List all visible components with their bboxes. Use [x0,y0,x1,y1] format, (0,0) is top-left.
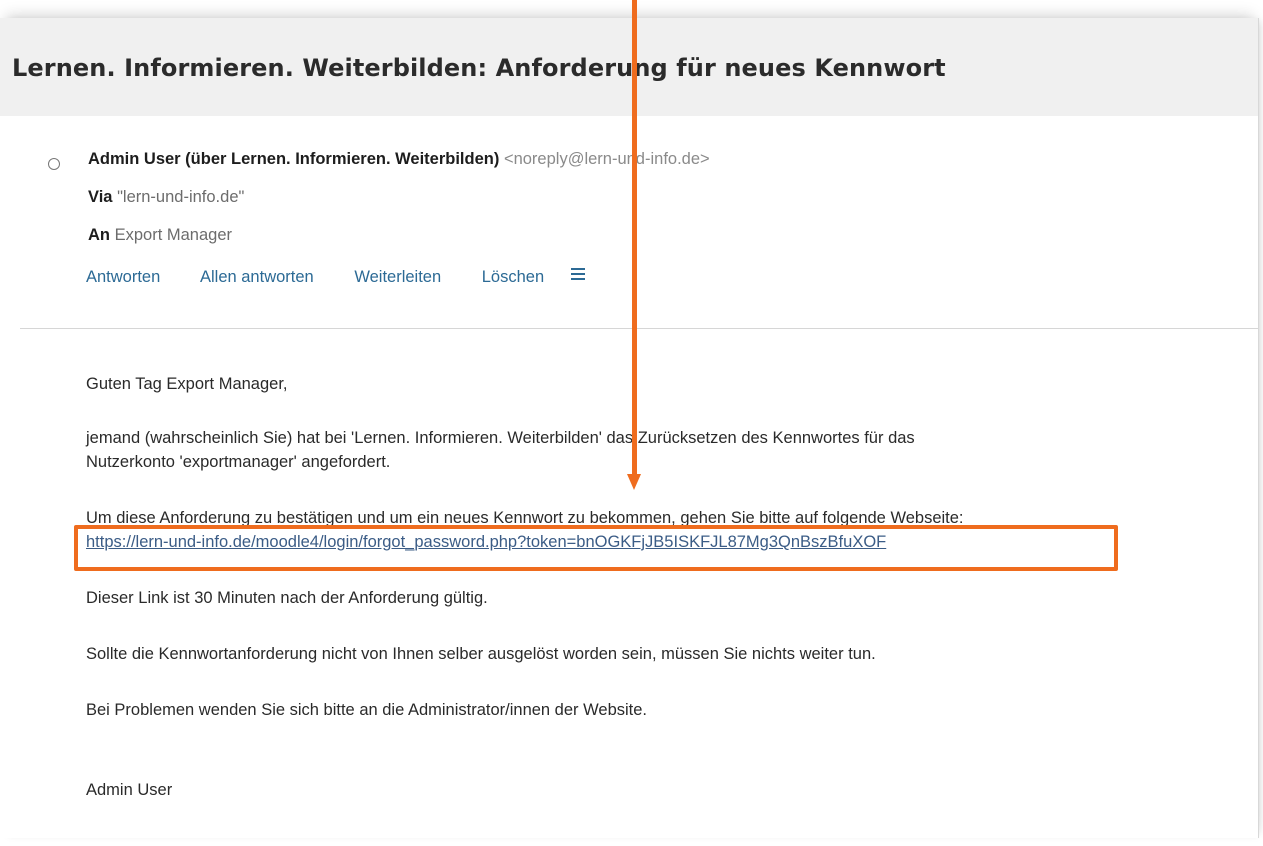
menu-icon[interactable] [570,268,585,280]
select-radio-icon[interactable] [48,158,60,170]
to-value: Export Manager [114,226,232,244]
message-actions: Antworten Allen antworten Weiterleiten L… [86,268,585,287]
to-label: An [88,226,110,244]
subject-bar: Lernen. Informieren. Weiterbilden: Anfor… [0,18,1258,116]
delete-button[interactable]: Löschen [482,268,544,286]
annotation-arrow-head-icon [627,474,641,490]
from-row: Admin User (über Lernen. Informieren. We… [88,150,710,169]
paragraph-ignore: Sollte die Kennwortanforderung nicht von… [86,645,876,663]
message-header: Admin User (über Lernen. Informieren. We… [20,116,1258,328]
paragraph-confirm: Um diese Anforderung zu bestätigen und u… [86,509,964,527]
via-value: "lern-und-info.de" [117,188,245,206]
reply-button[interactable]: Antworten [86,268,160,286]
reset-password-link[interactable]: https://lern-und-info.de/moodle4/login/f… [86,533,886,551]
forward-button[interactable]: Weiterleiten [354,268,441,286]
signature: Admin User [86,781,173,799]
annotation-arrow [632,0,637,476]
paragraph-validity: Dieser Link ist 30 Minuten nach der Anfo… [86,589,488,607]
email-window: Lernen. Informieren. Weiterbilden: Anfor… [0,18,1259,838]
to-row: An Export Manager [88,226,232,245]
paragraph-request-line2: Nutzerkonto 'exportmanager' angefordert. [86,453,391,471]
reply-all-button[interactable]: Allen antworten [200,268,314,286]
via-label: Via [88,188,113,206]
sender-email: <noreply@lern-und-info.de> [503,150,710,168]
paragraph-request-line1: jemand (wahrscheinlich Sie) hat bei 'Ler… [86,429,915,447]
paragraph-help: Bei Problemen wenden Sie sich bitte an d… [86,701,648,719]
sender-name: Admin User (über Lernen. Informieren. We… [88,150,500,168]
via-row: Via "lern-und-info.de" [88,188,244,207]
greeting: Guten Tag Export Manager, [86,375,288,393]
email-subject: Lernen. Informieren. Weiterbilden: Anfor… [12,54,946,82]
header-divider [20,328,1258,329]
